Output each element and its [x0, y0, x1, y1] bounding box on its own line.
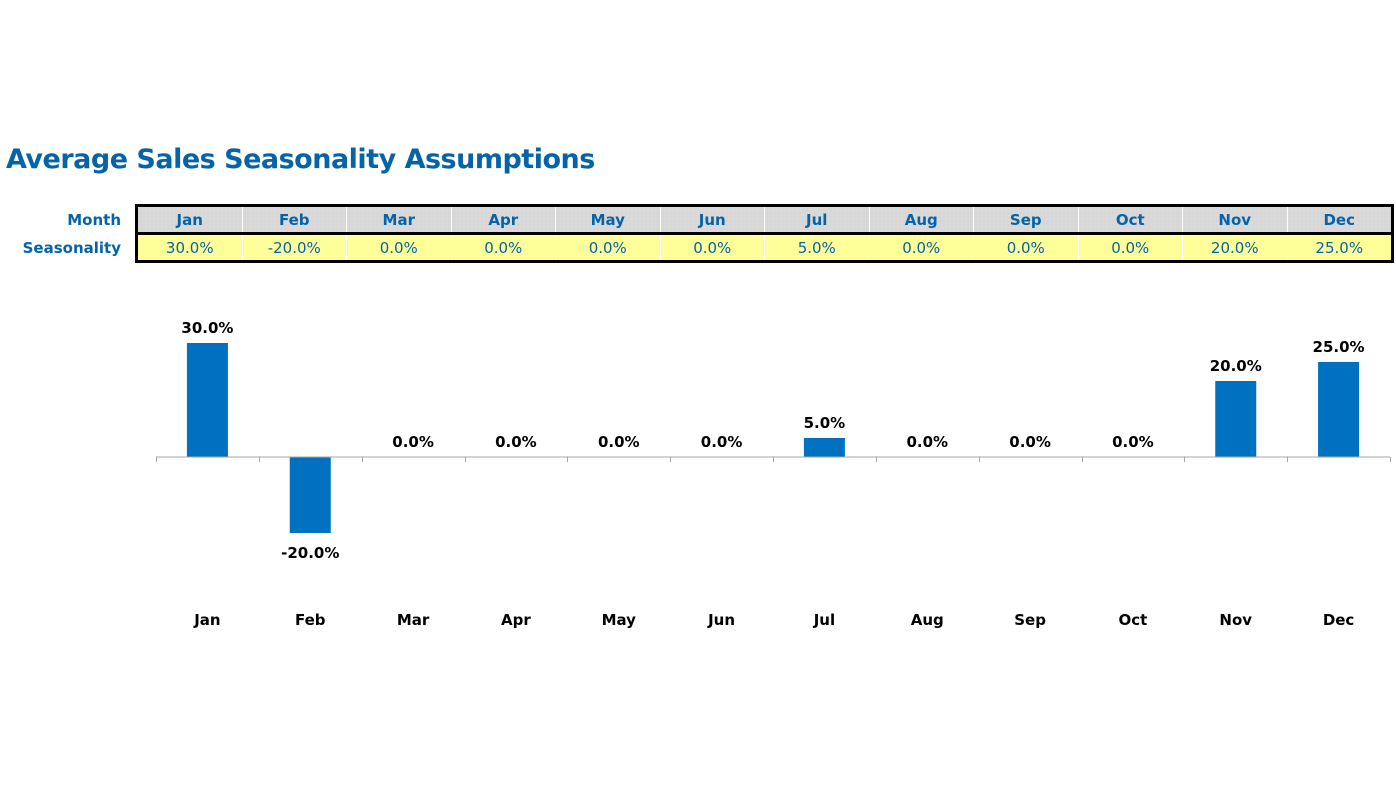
category-label: Aug — [911, 611, 944, 629]
category-label: Jan — [193, 611, 220, 629]
data-label: 0.0% — [1112, 433, 1154, 451]
data-label: -20.0% — [281, 544, 339, 562]
seasonality-bar-chart: 30.0% -20.0% 0.0% 0.0% 0.0% 0.0% 5.0% 0.0% 0.0% 0… — [156, 319, 1391, 629]
bar-feb — [289, 457, 331, 533]
data-label: 20.0% — [1210, 357, 1262, 375]
category-label: Dec — [1323, 611, 1355, 629]
category-label: Apr — [501, 611, 531, 629]
data-label: 0.0% — [392, 433, 434, 451]
data-label: 0.0% — [701, 433, 743, 451]
data-label: 25.0% — [1313, 338, 1365, 356]
data-label: 30.0% — [181, 319, 233, 337]
category-label: Jul — [813, 611, 835, 629]
data-label: 0.0% — [1009, 433, 1051, 451]
data-label: 0.0% — [495, 433, 537, 451]
bar-jan — [186, 343, 228, 457]
bar-dec — [1318, 362, 1360, 457]
data-label: 0.0% — [598, 433, 640, 451]
bar-nov — [1215, 381, 1257, 457]
category-label: Oct — [1119, 611, 1148, 629]
category-label: May — [602, 611, 637, 629]
data-label: 0.0% — [906, 433, 948, 451]
category-label: Sep — [1014, 611, 1046, 629]
category-label: Jun — [707, 611, 735, 629]
bar-jul — [803, 438, 845, 457]
category-label: Mar — [397, 611, 430, 629]
category-label: Nov — [1219, 611, 1252, 629]
data-label: 5.0% — [804, 414, 846, 432]
category-label: Feb — [295, 611, 326, 629]
